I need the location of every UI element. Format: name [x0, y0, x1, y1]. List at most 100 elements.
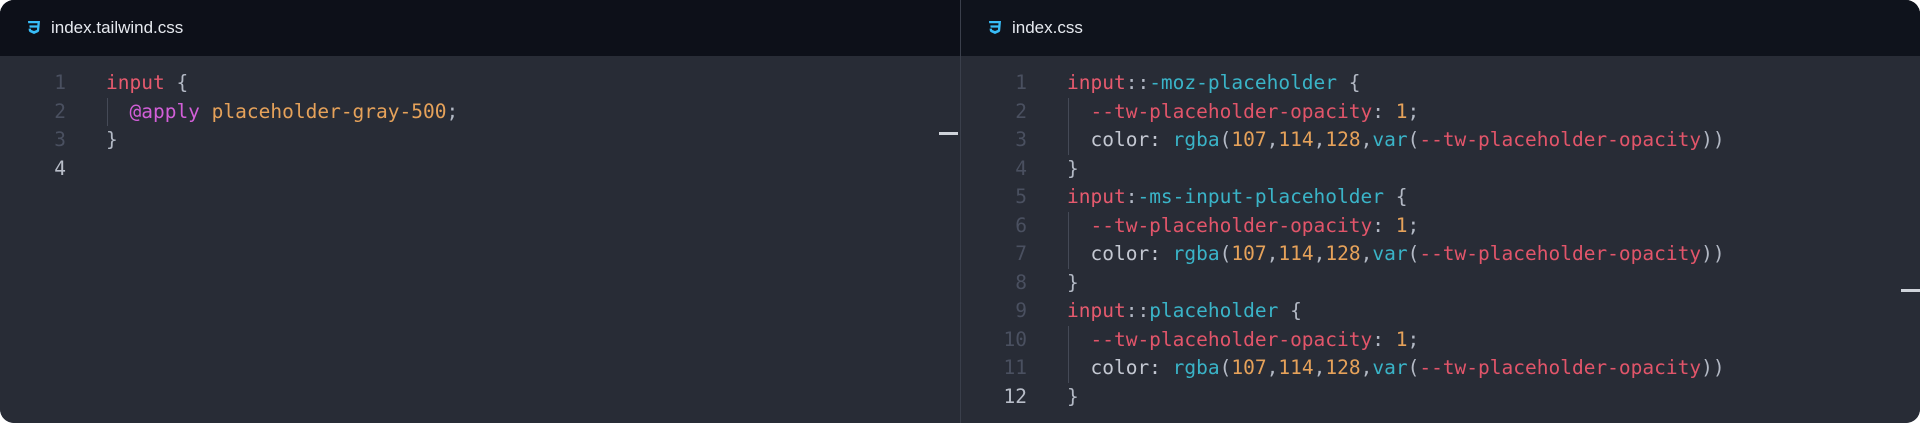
code-line: 4: [0, 155, 960, 184]
code-token: 1: [1395, 99, 1408, 123]
line-number: 2: [1015, 99, 1027, 123]
code-token: :: [1372, 99, 1396, 123]
code-text: --tw-placeholder-opacity: 1;: [1067, 326, 1419, 355]
code-token: )): [1701, 242, 1725, 265]
code-token: {: [1278, 299, 1302, 322]
indent-guide: [1068, 325, 1069, 383]
code-token: --tw-placeholder-opacity: [1090, 327, 1373, 351]
code-token: ::: [1125, 299, 1150, 322]
code-token: input: [1067, 185, 1126, 208]
code-token: ;: [446, 99, 459, 123]
code-token: (: [1407, 242, 1420, 265]
code-token: :: [1372, 327, 1396, 351]
code-token: }: [1067, 156, 1079, 180]
code-token: (: [1219, 242, 1232, 265]
left-tab-bar: index.tailwind.css: [0, 0, 960, 56]
code-token: 114: [1278, 242, 1314, 265]
code-token: (: [1407, 128, 1420, 151]
code-line: 2 @apply placeholder-gray-500;: [0, 98, 960, 127]
left-code-area[interactable]: 1 input {2 @apply placeholder-gray-500; 3}…: [0, 56, 960, 423]
code-token: placeholder: [1149, 299, 1279, 322]
code-token: ;: [1407, 213, 1420, 237]
code-token: 107: [1231, 128, 1267, 151]
code-text: }: [1067, 383, 1079, 412]
code-line: 4}: [961, 155, 1920, 184]
code-line: 2 --tw-placeholder-opacity: 1;: [961, 98, 1920, 127]
code-token: ,: [1360, 356, 1373, 379]
code-token: ,: [1266, 242, 1279, 265]
code-token: rgba: [1172, 128, 1220, 151]
code-line: 3}: [0, 126, 960, 155]
code-line: 12}: [961, 383, 1920, 412]
code-line: 7 color: rgba(107,114,128,var(--tw-place…: [961, 240, 1920, 269]
code-text: }: [1067, 155, 1079, 184]
code-text: @apply placeholder-gray-500;: [106, 98, 458, 127]
code-token: }: [1067, 384, 1079, 408]
code-text: color: rgba(107,114,128,var(--tw-placeho…: [1067, 126, 1725, 155]
code-token: placeholder-gray-500: [199, 99, 447, 123]
line-number: 4: [1015, 156, 1027, 180]
css3-icon: [25, 19, 43, 37]
code-text: color: rgba(107,114,128,var(--tw-placeho…: [1067, 240, 1725, 269]
code-token: ,: [1313, 242, 1326, 265]
code-token: var: [1372, 242, 1408, 265]
code-token: 107: [1231, 356, 1267, 379]
code-line: 3 color: rgba(107,114,128,var(--tw-place…: [961, 126, 1920, 155]
code-token: color:: [1067, 356, 1173, 379]
code-token: --tw-placeholder-opacity: [1090, 99, 1373, 123]
code-token: )): [1701, 128, 1725, 151]
code-token: 1: [1395, 213, 1408, 237]
right-editor-pane: index.css 1 input::-moz-placeholder {2 --…: [961, 0, 1920, 423]
code-text: input {: [106, 69, 188, 98]
code-token: :: [1372, 213, 1396, 237]
code-token: -ms-input-placeholder: [1137, 185, 1384, 208]
code-token: ,: [1313, 356, 1326, 379]
code-token: input: [1067, 299, 1126, 322]
indent-guide: [1068, 211, 1069, 269]
code-token: (: [1219, 128, 1232, 151]
code-token: )): [1701, 356, 1725, 379]
line-number: 9: [1015, 299, 1027, 322]
code-token: 114: [1278, 356, 1314, 379]
code-text: --tw-placeholder-opacity: 1;: [1067, 98, 1419, 127]
code-comparison-frame: index.tailwind.css 1 input {2 @apply plac…: [0, 0, 1920, 423]
code-token: ,: [1360, 242, 1373, 265]
line-number: 5: [1015, 185, 1027, 208]
scrollbar-marker[interactable]: [939, 132, 958, 135]
code-token: color:: [1067, 128, 1173, 151]
code-token: }: [106, 128, 118, 151]
code-line: 9 input::placeholder {: [961, 297, 1920, 326]
code-token: input: [106, 71, 165, 94]
code-line: 8}: [961, 269, 1920, 298]
line-number: 11: [1003, 356, 1027, 379]
code-token: :: [1125, 185, 1138, 208]
code-token: 128: [1325, 242, 1361, 265]
code-token: {: [164, 71, 189, 94]
code-line: 1 input {: [0, 69, 960, 98]
code-token: {: [1384, 185, 1408, 208]
tab-index-css[interactable]: index.css: [961, 0, 1083, 56]
code-token: ,: [1360, 128, 1373, 151]
code-token: --tw-placeholder-opacity: [1419, 242, 1702, 265]
scrollbar-marker[interactable]: [1901, 289, 1920, 292]
code-token: ,: [1266, 128, 1279, 151]
code-token: --tw-placeholder-opacity: [1090, 213, 1373, 237]
code-token: input: [1067, 71, 1126, 94]
line-number: 4: [54, 156, 66, 180]
left-editor-pane: index.tailwind.css 1 input {2 @apply plac…: [0, 0, 961, 423]
tab-index-tailwind-css[interactable]: index.tailwind.css: [0, 0, 183, 56]
code-line: 1 input::-moz-placeholder {: [961, 69, 1920, 98]
code-line: 10 --tw-placeholder-opacity: 1;: [961, 326, 1920, 355]
line-number: 1: [54, 71, 66, 94]
code-token: ;: [1407, 99, 1420, 123]
code-token: ,: [1266, 356, 1279, 379]
code-token: 128: [1325, 356, 1361, 379]
right-code-area[interactable]: 1 input::-moz-placeholder {2 --tw-placeho…: [961, 56, 1920, 423]
code-token: ,: [1313, 128, 1326, 151]
code-token: 1: [1395, 327, 1408, 351]
code-text: input::-moz-placeholder {: [1067, 69, 1361, 98]
line-number: 10: [1003, 327, 1027, 351]
